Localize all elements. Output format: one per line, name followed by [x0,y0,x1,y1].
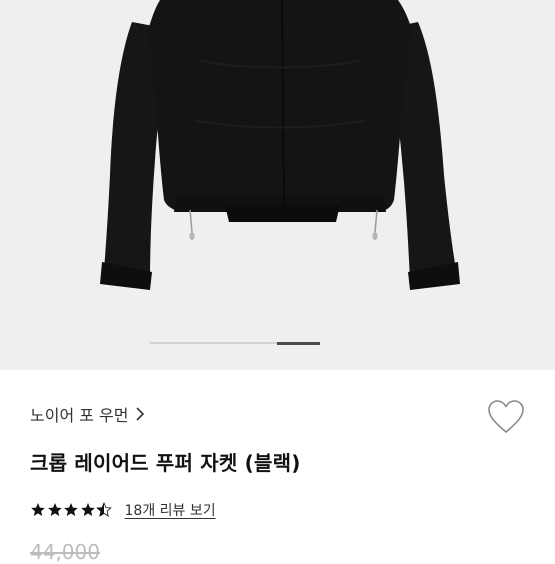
rating-row: 18개 리뷰 보기 [30,500,216,520]
brand-link[interactable]: 노이어 포 우먼 [30,402,145,426]
heart-outline-icon[interactable] [486,398,526,436]
indicator-thumb [277,341,320,345]
original-price: 44,000 [30,540,100,564]
star-icon [31,503,45,516]
product-image [100,0,460,290]
product-title: 크롭 레이어드 푸퍼 자켓 (블랙) [30,451,301,475]
star-icon [64,503,78,516]
chevron-right-icon [135,407,144,421]
star-icon [80,503,95,516]
brand-name: 노이어 포 우먼 [30,406,129,425]
star-half-icon [96,502,112,517]
product-image-gallery[interactable] [0,0,555,370]
star-rating [30,502,113,518]
star-icon [47,503,62,516]
gallery-position-indicator [150,341,320,345]
review-link[interactable]: 18개 리뷰 보기 [125,500,216,520]
